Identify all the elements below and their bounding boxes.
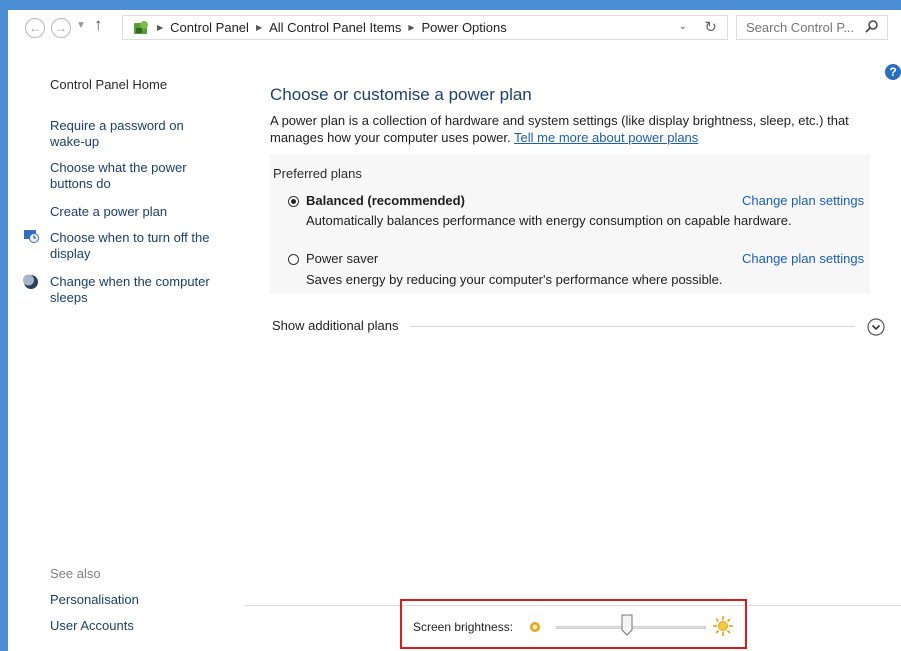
preferred-plans-heading: Preferred plans bbox=[273, 166, 362, 181]
back-arrow-icon: ← bbox=[29, 21, 41, 35]
search-input[interactable]: Search Control P... bbox=[736, 15, 888, 40]
refresh-icon[interactable]: ↻ bbox=[704, 18, 717, 36]
sidebar-item-turn-off-display[interactable]: Choose when to turn off the display bbox=[50, 230, 209, 262]
see-also-heading: See also bbox=[50, 566, 101, 581]
balanced-plan-name[interactable]: Balanced (recommended) bbox=[306, 193, 465, 208]
screen-brightness-label: Screen brightness: bbox=[413, 620, 514, 634]
additional-plans-divider bbox=[410, 326, 855, 327]
sidebar-item-user-accounts[interactable]: User Accounts bbox=[50, 618, 134, 634]
sidebar: Control Panel Home Require a password on… bbox=[0, 50, 240, 651]
power-saver-plan-description: Saves energy by reducing your computer's… bbox=[306, 272, 723, 287]
sidebar-item-label: Choose what the power bbox=[50, 160, 187, 175]
sidebar-item-create-plan[interactable]: Create a power plan bbox=[50, 204, 167, 220]
address-dropdown-icon[interactable]: ⌄ bbox=[679, 21, 687, 32]
breadcrumb-power-options[interactable]: Power Options bbox=[421, 20, 506, 35]
breadcrumb-all-items[interactable]: All Control Panel Items bbox=[269, 20, 401, 35]
breadcrumb-separator-icon: ▶ bbox=[157, 23, 164, 32]
sidebar-item-label: display bbox=[50, 246, 91, 261]
sidebar-item-personalisation[interactable]: Personalisation bbox=[50, 592, 139, 608]
sidebar-item-computer-sleeps[interactable]: Change when the computer sleeps bbox=[50, 274, 210, 306]
balanced-change-settings-link[interactable]: Change plan settings bbox=[742, 193, 864, 208]
up-level-icon[interactable]: ↑ bbox=[94, 15, 103, 35]
breadcrumb-separator-icon: ▶ bbox=[408, 23, 415, 32]
breadcrumb-separator-icon: ▶ bbox=[255, 23, 263, 32]
power-saver-radio[interactable] bbox=[288, 254, 299, 265]
control-panel-icon bbox=[134, 20, 148, 34]
sidebar-item-label: Require a password on bbox=[50, 118, 184, 133]
search-icon[interactable] bbox=[865, 19, 879, 33]
moon-icon bbox=[23, 274, 38, 289]
brightness-slider-thumb[interactable] bbox=[621, 614, 633, 636]
sidebar-item-label: sleeps bbox=[50, 290, 88, 305]
show-additional-plans-label[interactable]: Show additional plans bbox=[272, 318, 398, 333]
window-frame-top bbox=[0, 0, 901, 10]
sidebar-item-label: buttons do bbox=[50, 176, 111, 191]
forward-arrow-icon: → bbox=[55, 21, 67, 35]
recent-locations-dropdown-icon[interactable]: ▼ bbox=[76, 20, 86, 31]
back-button[interactable]: ← bbox=[25, 18, 45, 38]
power-saver-change-settings-link[interactable]: Change plan settings bbox=[742, 251, 864, 266]
sidebar-item-label: Change when the computer bbox=[50, 274, 210, 289]
dim-sun-icon bbox=[530, 622, 540, 632]
sidebar-home-link[interactable]: Control Panel Home bbox=[50, 77, 167, 93]
main-content: Choose or customise a power plan A power… bbox=[270, 50, 901, 651]
page-title: Choose or customise a power plan bbox=[270, 85, 532, 104]
sidebar-item-label: wake-up bbox=[50, 134, 100, 149]
sidebar-item-power-buttons[interactable]: Choose what the power buttons do bbox=[50, 160, 187, 192]
address-bar[interactable]: ▶ Control Panel ▶ All Control Panel Item… bbox=[122, 15, 728, 40]
breadcrumb-control-panel[interactable]: Control Panel bbox=[170, 20, 249, 35]
tell-me-more-link[interactable]: Tell me more about power plans bbox=[514, 130, 698, 145]
power-saver-plan-name[interactable]: Power saver bbox=[306, 251, 378, 266]
sidebar-item-label: Create a power plan bbox=[50, 204, 168, 219]
sidebar-item-label: Choose when to turn off the bbox=[50, 230, 210, 245]
balanced-plan-radio[interactable] bbox=[288, 196, 299, 207]
page-description: A power plan is a collection of hardware… bbox=[270, 112, 870, 146]
sidebar-item-require-password[interactable]: Require a password on wake-up bbox=[50, 118, 184, 150]
chevron-down-icon[interactable] bbox=[866, 317, 886, 337]
preferred-plans-panel: Preferred plans Balanced (recommended) C… bbox=[270, 154, 870, 294]
bright-sun-icon bbox=[713, 616, 733, 636]
search-placeholder: Search Control P... bbox=[746, 20, 855, 35]
display-clock-icon bbox=[24, 230, 39, 243]
forward-button[interactable]: → bbox=[51, 18, 71, 38]
balanced-plan-description: Automatically balances performance with … bbox=[306, 213, 792, 228]
